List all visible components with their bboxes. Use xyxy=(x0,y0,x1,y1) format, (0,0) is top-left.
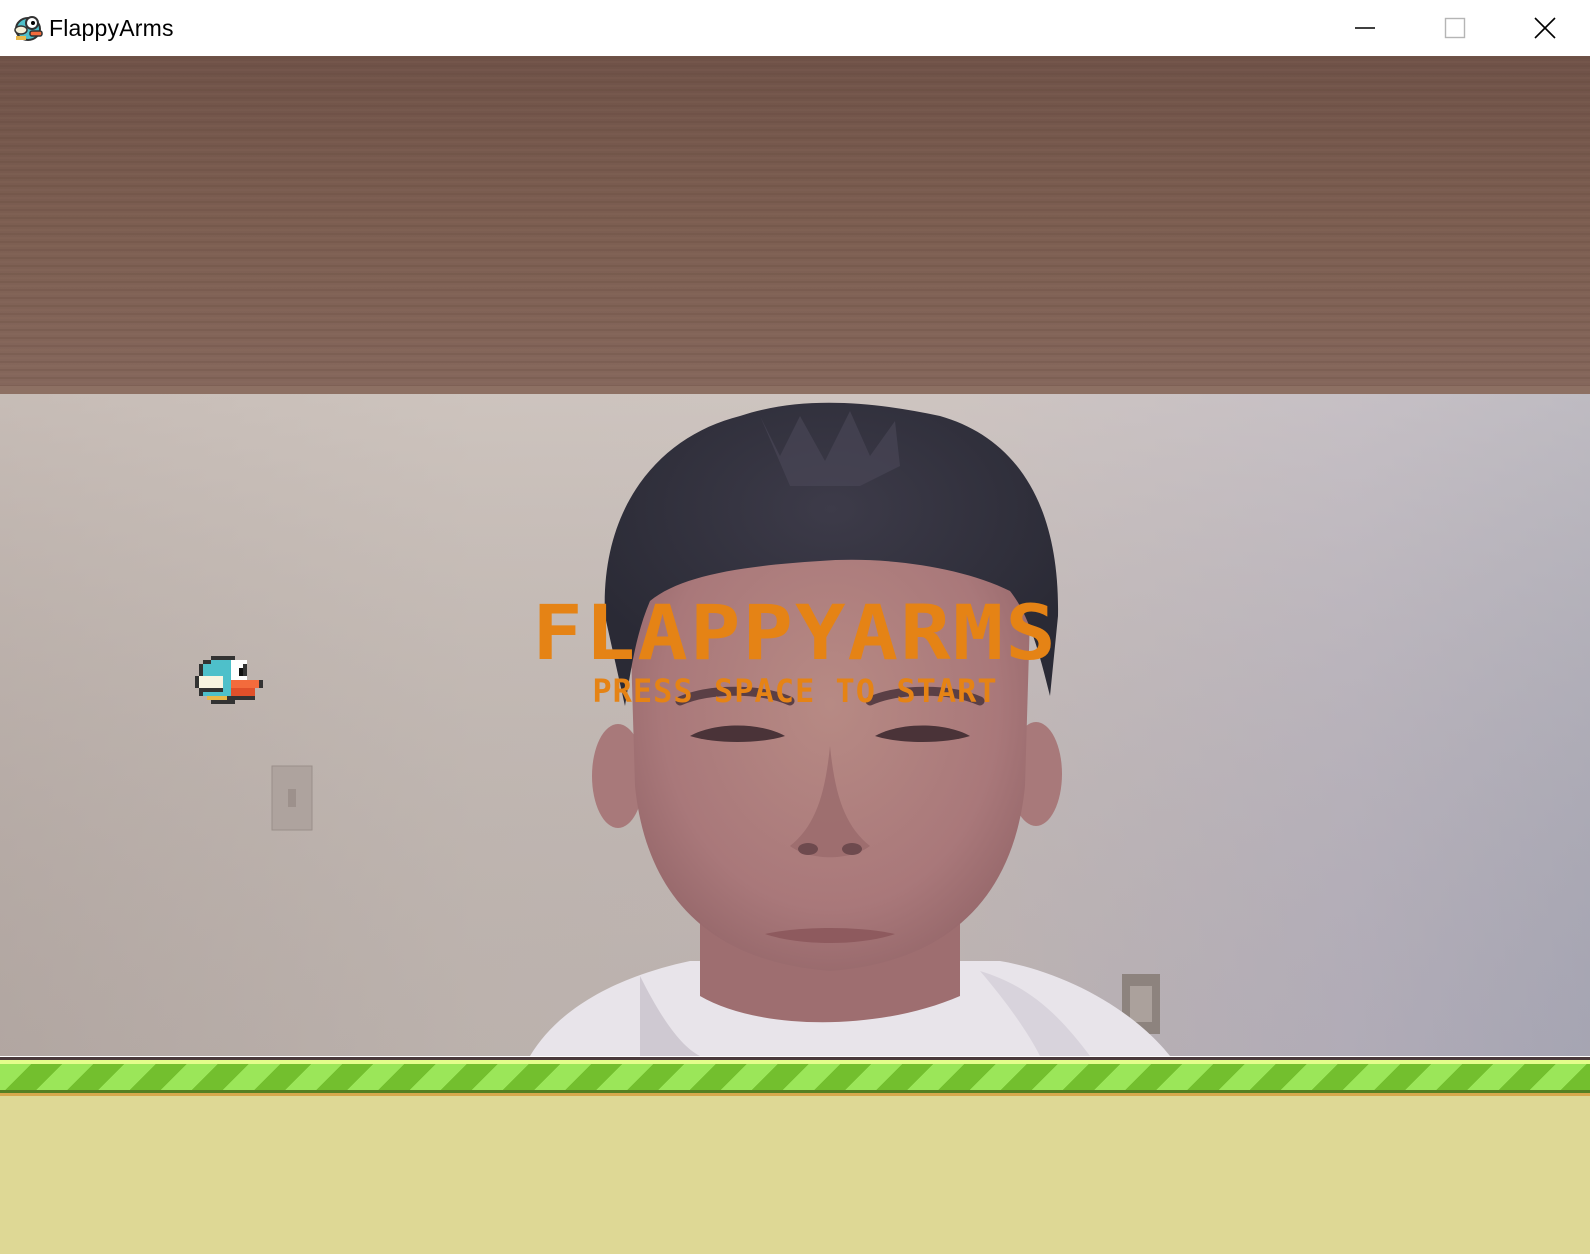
dirt-area xyxy=(0,1096,1590,1254)
window-title: FlappyArms xyxy=(49,15,174,41)
maximize-button[interactable] xyxy=(1410,0,1500,56)
minimize-icon xyxy=(1355,27,1375,29)
app-window: FlappyArms FLAPPYARMS PRESS SPACE TO STA… xyxy=(0,0,1590,1254)
close-icon xyxy=(1534,17,1556,39)
flappy-bird-icon xyxy=(14,16,43,41)
title-bar[interactable]: FlappyArms xyxy=(0,0,1590,56)
minimize-button[interactable] xyxy=(1320,0,1410,56)
close-button[interactable] xyxy=(1500,0,1590,56)
game-canvas[interactable]: FLAPPYARMS PRESS SPACE TO START xyxy=(0,56,1590,1254)
game-title: FLAPPYARMS xyxy=(532,588,1058,678)
start-prompt: PRESS SPACE TO START xyxy=(592,672,998,710)
ground xyxy=(0,1057,1590,1254)
grass-strip xyxy=(0,1064,1590,1090)
maximize-icon xyxy=(1444,17,1466,39)
